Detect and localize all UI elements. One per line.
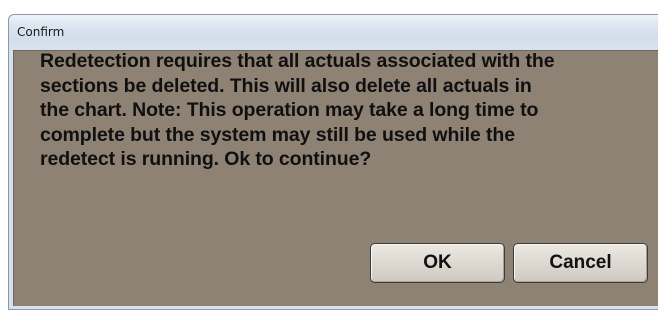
confirmation-message: Redetection requires that all actuals as… [40, 49, 635, 172]
message-line: sections be deleted. This will also dele… [40, 74, 532, 97]
window-title: Confirm [17, 25, 65, 39]
message-line: redetect is running. Ok to continue? [40, 148, 372, 170]
message-line: Redetection requires that all actuals as… [40, 50, 555, 72]
message-line: the chart. Note: This operation may take… [40, 99, 539, 121]
message-line: complete but the system may still be use… [40, 123, 515, 146]
title-bar[interactable]: Confirm [9, 15, 658, 49]
cancel-button[interactable]: Cancel [513, 243, 648, 283]
ok-button[interactable]: OK [370, 243, 505, 283]
